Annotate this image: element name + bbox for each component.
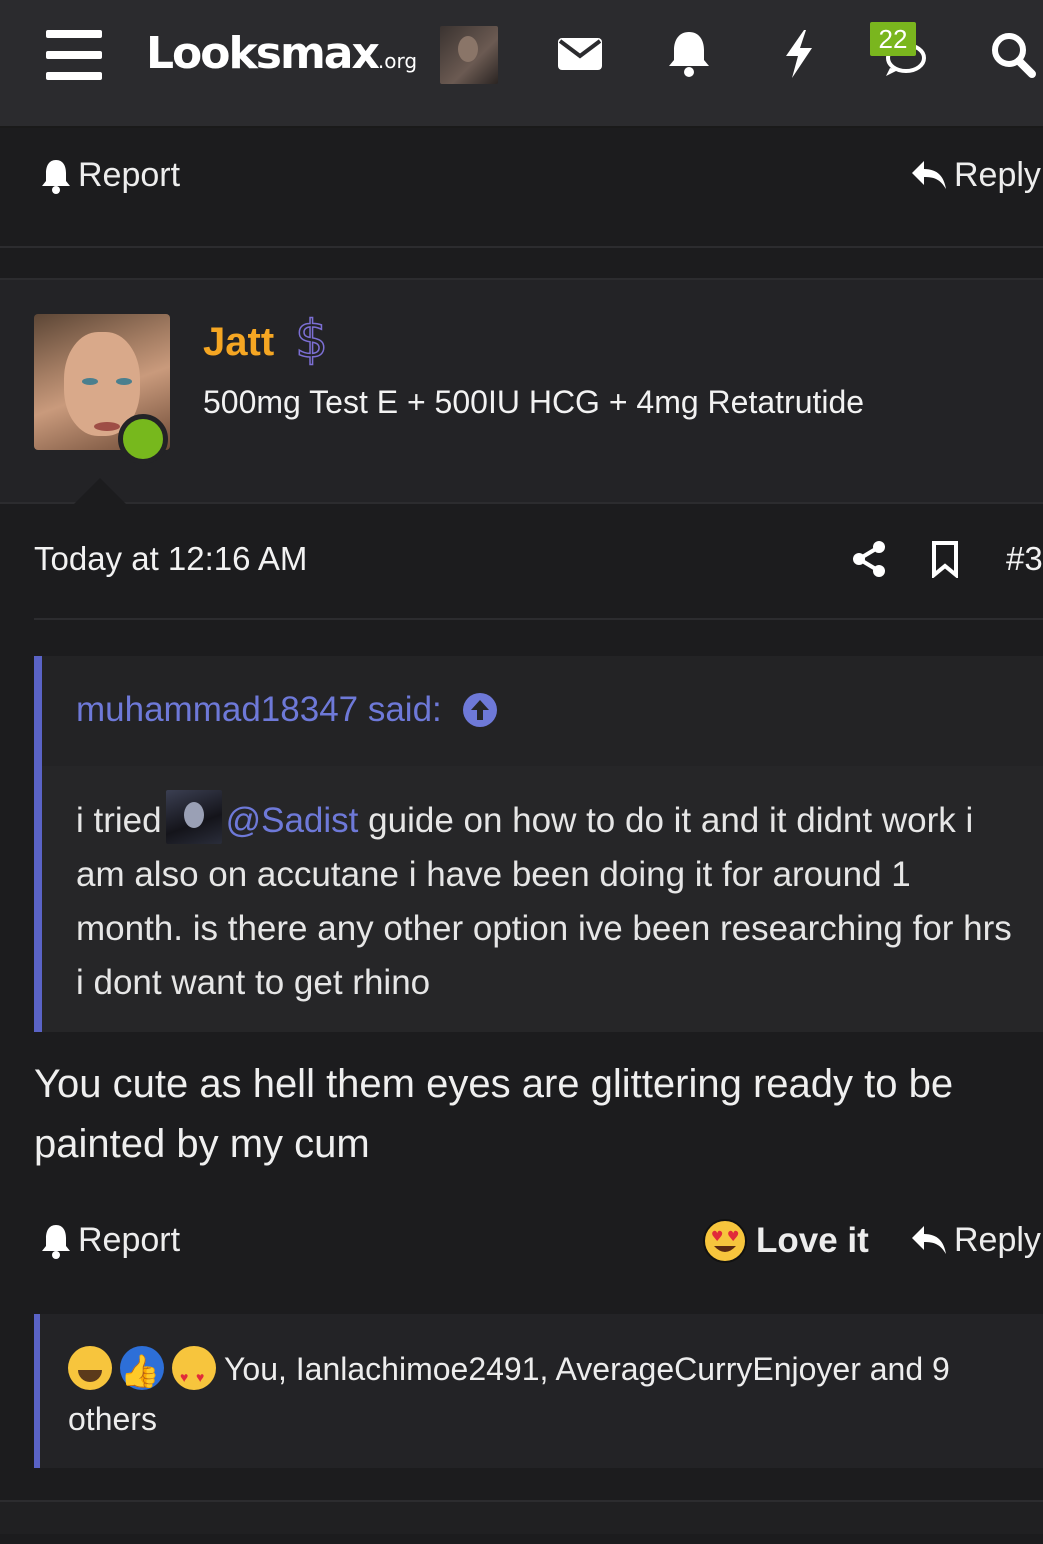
online-status-indicator <box>118 414 168 464</box>
mention-avatar[interactable] <box>165 789 222 844</box>
arrow-up-circle-icon[interactable] <box>462 692 498 728</box>
quote-text: i tried @Sadist guide on how to do it and… <box>76 789 1016 1010</box>
quote-block: muhammad18347 said: i tried @Sadist guide… <box>34 656 1043 1032</box>
site-logo[interactable]: Looksmax.org <box>146 28 417 79</box>
quote-text-part: i tried <box>76 801 162 840</box>
reactions-bar[interactable]: You, Ianlachimoe2491, AverageCurryEnjoye… <box>34 1314 1043 1468</box>
divider <box>0 246 1043 248</box>
love-it-reaction-button[interactable]: ♥ ♥ Love it <box>702 1218 869 1264</box>
love-it-label: Love it <box>756 1221 869 1260</box>
divider <box>34 618 1043 620</box>
post-message: You cute as hell them eyes are glitterin… <box>34 1062 954 1166</box>
top-nav-bar: Looksmax.org 22 <box>0 0 1043 128</box>
reactions-summary[interactable]: You, Ianlachimoe2491, AverageCurryEnjoye… <box>68 1344 1028 1444</box>
reply-icon <box>912 160 946 189</box>
reply-button[interactable]: Reply <box>910 1221 1041 1260</box>
account-avatar[interactable] <box>440 26 498 84</box>
dollar-icon: $ <box>294 309 329 371</box>
username[interactable]: Jatt <box>203 320 274 365</box>
heart-eyes-emoji-icon: ♥ ♥ <box>703 1219 747 1263</box>
post-user-block: Jatt $ 500mg Test E + 500IU HCG + 4mg Re… <box>0 278 1043 508</box>
post-footer-divider <box>0 1500 1043 1534</box>
report-label: Report <box>78 1221 181 1259</box>
search-icon[interactable] <box>988 28 1038 80</box>
share-icon[interactable] <box>850 540 888 578</box>
report-button-prev[interactable]: Report <box>40 156 180 195</box>
tears-of-joy-emoji-icon <box>68 1345 112 1390</box>
reply-label: Reply <box>954 1221 1041 1259</box>
bell-icon <box>42 1224 70 1259</box>
user-mention-link[interactable]: @Sadist <box>226 801 359 840</box>
reply-label: Reply <box>954 156 1041 194</box>
heart-eyes-emoji-icon <box>172 1345 216 1402</box>
bell-icon <box>42 159 70 194</box>
quote-header: muhammad18347 said: <box>42 656 1043 766</box>
bolt-icon[interactable] <box>774 28 824 80</box>
post-number[interactable]: #3 <box>1006 540 1043 578</box>
envelope-icon[interactable] <box>556 28 606 80</box>
reply-icon <box>912 1225 946 1254</box>
report-button[interactable]: Report <box>40 1221 180 1260</box>
menu-icon[interactable] <box>46 30 102 80</box>
reply-button-prev[interactable]: Reply <box>910 156 1041 195</box>
user-title: 500mg Test E + 500IU HCG + 4mg Retatruti… <box>203 384 865 420</box>
bookmark-icon[interactable] <box>930 540 960 578</box>
report-label: Report <box>78 156 181 194</box>
user-block-pointer <box>70 478 130 508</box>
alerts-badge[interactable]: 22 <box>870 22 916 56</box>
bell-icon[interactable] <box>664 28 714 80</box>
svg-text:♥: ♥ <box>711 1229 724 1245</box>
quote-author-link[interactable]: muhammad18347 said: <box>76 690 498 730</box>
thumbs-up-emoji-icon <box>120 1345 164 1390</box>
post-timestamp[interactable]: Today at 12:16 AM <box>34 540 307 578</box>
quote-author-label: muhammad18347 said: <box>76 690 442 729</box>
svg-text:♥: ♥ <box>727 1229 740 1245</box>
